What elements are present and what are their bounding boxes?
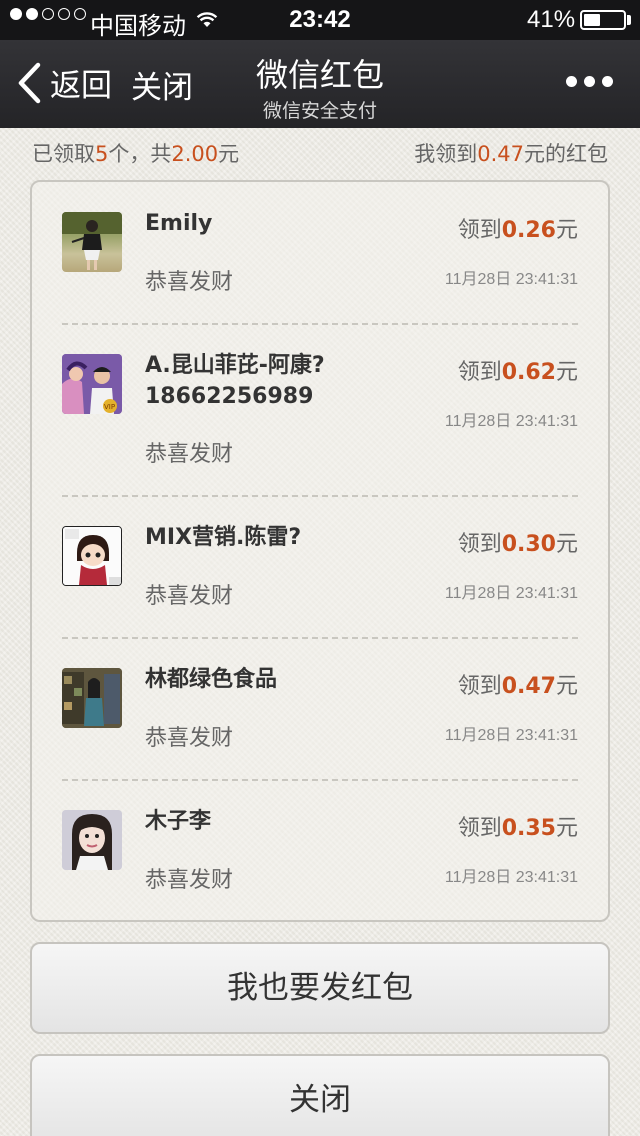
send-red-packet-button[interactable]: 我也要发红包 xyxy=(30,942,610,1034)
my-amount: 0.47 xyxy=(477,142,524,166)
summary-text: 已领取 xyxy=(32,142,95,166)
status-bar: 中国移动 23:42 41% xyxy=(0,0,640,40)
received-amount: 领到0.47元 xyxy=(458,668,578,700)
amount-unit: 元 xyxy=(555,360,578,385)
battery-icon xyxy=(580,10,626,30)
amount-prefix: 领到 xyxy=(457,532,502,557)
recipient-name: MIX营销.陈雷? xyxy=(145,525,302,550)
avatar[interactable] xyxy=(62,810,122,870)
person-photo-icon xyxy=(62,212,122,270)
person-photo-icon xyxy=(62,810,122,870)
svg-text:VIP: VIP xyxy=(104,403,115,411)
received-amount: 领到0.30元 xyxy=(458,526,578,558)
received-amount: 领到0.35元 xyxy=(458,810,578,842)
avatar[interactable] xyxy=(62,668,122,728)
person-photo-icon xyxy=(62,668,122,728)
amount-prefix: 领到 xyxy=(457,218,502,243)
recipient-name: 林都绿色食品 xyxy=(145,667,278,692)
amount-prefix: 领到 xyxy=(457,674,502,699)
amount-value: 0.30 xyxy=(501,532,556,557)
amount-unit: 元 xyxy=(555,674,578,699)
person-photo-icon: VIP xyxy=(62,354,122,414)
received-time: 11月28日 23:41:31 xyxy=(444,413,578,430)
recipient-name: 木子李 xyxy=(145,809,212,834)
avatar[interactable]: VIP xyxy=(62,354,122,414)
wish-text: 恭喜发财 xyxy=(145,868,234,893)
battery-level xyxy=(584,14,600,26)
received-time: 11月28日 23:41:31 xyxy=(444,271,578,288)
amount-value: 0.26 xyxy=(501,218,556,243)
total-amount: 2.00 xyxy=(171,142,219,166)
more-options-icon[interactable] xyxy=(566,76,613,87)
avatar[interactable] xyxy=(62,212,122,272)
amount-unit: 元 xyxy=(555,532,578,557)
amount-prefix: 领到 xyxy=(457,360,502,385)
list-item[interactable]: 木子李 恭喜发财 领到0.35元 11月28日 23:41:31 xyxy=(32,780,608,922)
received-summary: 已领取5个，共2.00元 xyxy=(32,138,239,168)
close-button[interactable]: 关闭 xyxy=(30,1054,610,1136)
amount-value: 0.35 xyxy=(501,816,556,841)
list-item[interactable]: Emily 恭喜发财 领到0.26元 11月28日 23:41:31 xyxy=(32,182,608,324)
summary-text: 元 xyxy=(218,142,240,166)
wish-text: 恭喜发财 xyxy=(145,442,234,467)
battery-percent: 41% xyxy=(527,6,576,33)
summary-text: 个，共 xyxy=(108,142,172,166)
received-count: 5 xyxy=(95,142,109,166)
received-amount: 领到0.26元 xyxy=(458,212,578,244)
my-amount-summary: 我领到0.47元的红包 xyxy=(414,138,608,168)
avatar[interactable] xyxy=(62,526,122,586)
recipients-list: Emily 恭喜发财 领到0.26元 11月28日 23:41:31 VIP A… xyxy=(30,180,610,922)
amount-unit: 元 xyxy=(555,816,578,841)
list-item[interactable]: 林都绿色食品 恭喜发财 领到0.47元 11月28日 23:41:31 xyxy=(32,638,608,780)
navigation-bar: 返回 关闭 微信红包 微信安全支付 xyxy=(0,40,640,128)
page-title: 微信红包 xyxy=(255,56,384,94)
list-item[interactable]: VIP A.昆山菲芘-阿康?18662256989 恭喜发财 领到0.62元 1… xyxy=(32,324,608,496)
wish-text: 恭喜发财 xyxy=(145,584,234,609)
more-dot xyxy=(566,76,577,87)
cartoon-avatar-icon xyxy=(63,527,121,585)
amount-prefix: 领到 xyxy=(457,816,502,841)
received-time: 11月28日 23:41:31 xyxy=(444,585,578,602)
wish-text: 恭喜发财 xyxy=(145,726,234,751)
page-subtitle: 微信安全支付 xyxy=(262,100,377,122)
amount-value: 0.47 xyxy=(501,674,556,699)
battery-tip xyxy=(627,15,631,25)
received-amount: 领到0.62元 xyxy=(458,354,578,386)
more-dot xyxy=(584,76,595,87)
list-item[interactable]: MIX营销.陈雷? 恭喜发财 领到0.30元 11月28日 23:41:31 xyxy=(32,496,608,638)
amount-unit: 元 xyxy=(555,218,578,243)
more-dot xyxy=(602,76,613,87)
amount-value: 0.62 xyxy=(501,360,556,385)
received-time: 11月28日 23:41:31 xyxy=(444,869,578,886)
recipient-name: A.昆山菲芘-阿康?18662256989 xyxy=(145,353,325,409)
received-time: 11月28日 23:41:31 xyxy=(444,727,578,744)
wish-text: 恭喜发财 xyxy=(145,270,234,295)
summary-text: 元的红包 xyxy=(524,142,608,166)
summary-text: 我领到 xyxy=(414,142,478,166)
recipient-name: Emily xyxy=(145,211,213,236)
